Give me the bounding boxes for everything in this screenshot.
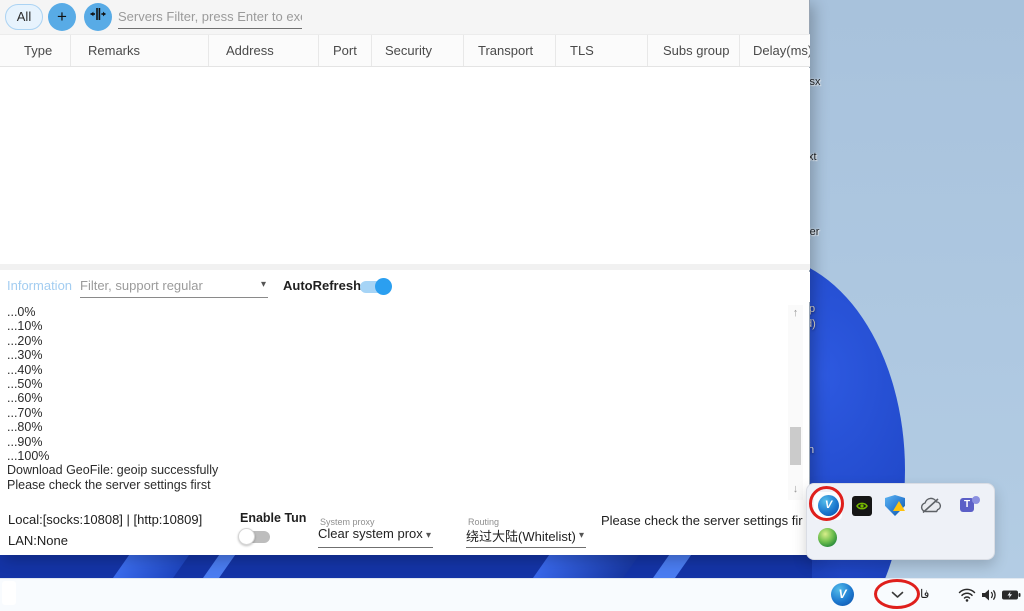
v2rayn-window: All + Type Remarks Address Port Security… bbox=[0, 0, 810, 555]
log-line: ...80% bbox=[0, 420, 788, 434]
column-header-subsgroup[interactable]: Subs group bbox=[648, 35, 740, 66]
enable-tun-toggle[interactable] bbox=[240, 531, 270, 543]
scroll-down-icon[interactable]: ↓ bbox=[788, 483, 803, 495]
cloud-slash-icon bbox=[919, 497, 944, 514]
status-bar: Local:[socks:10808] | [http:10809] LAN:N… bbox=[0, 500, 810, 555]
log-line: ...50% bbox=[0, 377, 788, 391]
log-line: ...30% bbox=[0, 348, 788, 362]
lan-ports-text: LAN:None bbox=[8, 533, 68, 548]
log-panel-header: Information ▾ AutoRefresh bbox=[0, 272, 810, 302]
wifi-icon[interactable] bbox=[955, 582, 979, 608]
servers-filter-input[interactable] bbox=[118, 5, 302, 29]
panel-splitter[interactable] bbox=[0, 264, 810, 270]
column-header-tls[interactable]: TLS bbox=[556, 35, 648, 66]
column-header-transport[interactable]: Transport bbox=[464, 35, 556, 66]
log-line: ...100% bbox=[0, 449, 788, 463]
server-table-body-empty bbox=[0, 68, 810, 264]
log-line: Download GeoFile: geoip successfully bbox=[0, 463, 788, 477]
show-hidden-icons-button[interactable] bbox=[884, 582, 910, 608]
tray-overflow-flyout: V T bbox=[806, 483, 995, 560]
taskbar-app-fragment[interactable] bbox=[2, 581, 16, 605]
v2rayn-logo: V bbox=[818, 495, 839, 516]
chevron-down-icon bbox=[891, 591, 904, 599]
idm-icon[interactable] bbox=[818, 528, 837, 547]
log-filter-input[interactable] bbox=[80, 274, 245, 296]
system-proxy-dropdown[interactable]: Clear system prox ▾ bbox=[318, 526, 433, 548]
toggle-knob bbox=[375, 278, 392, 295]
log-line: ...0% bbox=[0, 305, 788, 319]
scrollbar-thumb[interactable] bbox=[790, 427, 801, 465]
taskbar: V فا bbox=[0, 578, 1024, 611]
add-server-button[interactable]: + bbox=[48, 3, 76, 31]
security-warning-badge bbox=[893, 501, 905, 511]
scroll-up-icon[interactable]: ↑ bbox=[788, 307, 803, 319]
language-indicator[interactable]: فا bbox=[920, 587, 929, 601]
log-line: ...70% bbox=[0, 406, 788, 420]
volume-icon[interactable] bbox=[977, 582, 1001, 608]
system-proxy-value: Clear system prox bbox=[318, 526, 423, 541]
chevron-down-icon: ▾ bbox=[579, 530, 584, 541]
autorefresh-toggle[interactable] bbox=[360, 281, 390, 293]
teams-avatar-dot bbox=[972, 496, 980, 504]
status-message: Please check the server settings fir bbox=[601, 513, 803, 528]
log-filter-dropdown[interactable]: ▾ bbox=[80, 274, 268, 298]
log-line: ...20% bbox=[0, 334, 788, 348]
enable-tun-label: Enable Tun bbox=[240, 511, 306, 525]
local-ports-text: Local:[socks:10808] | [http:10809] bbox=[8, 512, 202, 527]
column-header-security[interactable]: Security bbox=[372, 35, 464, 66]
column-header-type[interactable]: Type bbox=[0, 35, 71, 66]
nvidia-eye-icon bbox=[855, 499, 869, 513]
adjust-columns-button[interactable] bbox=[84, 3, 112, 31]
server-table-header: Type Remarks Address Port Security Trans… bbox=[0, 34, 810, 67]
v2rayn-tray-icon[interactable]: V bbox=[818, 495, 839, 516]
column-header-delay[interactable]: Delay(ms) bbox=[740, 35, 810, 66]
column-header-remarks[interactable]: Remarks bbox=[71, 35, 209, 66]
log-line: ...60% bbox=[0, 391, 788, 405]
log-output: ...0% ...10% ...20% ...30% ...40% ...50%… bbox=[0, 305, 788, 500]
log-line: Please check the server settings first bbox=[0, 478, 788, 492]
routing-dropdown[interactable]: 绕过大陆(Whitelist) ▾ bbox=[466, 526, 586, 548]
v2rayn-taskbar-icon[interactable]: V bbox=[831, 583, 854, 606]
tab-information[interactable]: Information bbox=[7, 278, 72, 293]
chevron-down-icon: ▾ bbox=[426, 530, 431, 541]
screen: lsx xt (er p d) n All + Type Remarks bbox=[0, 0, 1024, 611]
column-header-address[interactable]: Address bbox=[209, 35, 319, 66]
log-scrollbar[interactable]: ↑ ↓ bbox=[788, 305, 803, 500]
chevron-down-icon: ▾ bbox=[261, 279, 266, 290]
toggle-knob bbox=[238, 528, 255, 545]
onedrive-paused-icon[interactable] bbox=[919, 497, 944, 519]
subscription-group-all-button[interactable]: All bbox=[5, 4, 43, 30]
nvidia-settings-icon[interactable] bbox=[852, 496, 872, 516]
routing-value: 绕过大陆(Whitelist) bbox=[466, 529, 576, 544]
column-header-port[interactable]: Port bbox=[319, 35, 372, 66]
log-line: ...40% bbox=[0, 363, 788, 377]
autorefresh-label: AutoRefresh bbox=[283, 278, 361, 293]
log-line: ...10% bbox=[0, 319, 788, 333]
column-width-icon bbox=[90, 6, 106, 22]
toolbar: All + bbox=[0, 0, 809, 34]
log-line: ...90% bbox=[0, 435, 788, 449]
battery-charging-icon[interactable] bbox=[999, 582, 1023, 608]
